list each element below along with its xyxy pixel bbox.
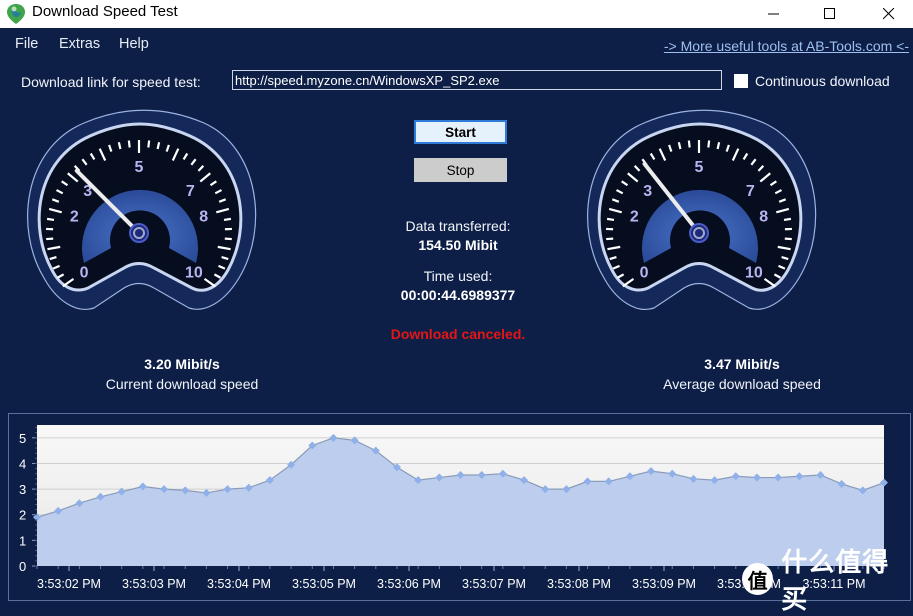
x-tick-label: 3:53:04 PM: [207, 577, 271, 591]
time-used-value: 00:00:44.6989377: [358, 287, 558, 303]
status-message: Download canceled.: [358, 326, 558, 342]
ab-tools-link[interactable]: -> More useful tools at AB-Tools.com <-: [664, 38, 909, 54]
data-transferred-label: Data transferred:: [358, 218, 558, 234]
menu-extras[interactable]: Extras: [59, 36, 100, 52]
gauge-scale-label: 7: [746, 183, 755, 200]
gauge-hub: [690, 224, 708, 242]
current-speed-gauge: 02357810: [14, 108, 264, 318]
average-speed-label: Average download speed: [632, 376, 852, 392]
x-tick-label: 3:53:08 PM: [547, 577, 611, 591]
close-button[interactable]: [866, 0, 912, 28]
y-tick-label: 2: [19, 508, 26, 523]
gauge-scale-label: 2: [70, 209, 79, 226]
minimize-icon: [768, 8, 780, 20]
gauge-tick: [784, 219, 791, 220]
x-tick-label: 3:53:09 PM: [632, 577, 696, 591]
maximize-button[interactable]: [807, 0, 853, 28]
menu-bar: File Extras Help -> More useful tools at…: [0, 30, 913, 58]
gauge-scale-label: 10: [185, 264, 203, 281]
gauge-scale-label: 10: [745, 264, 763, 281]
gauge-scale-label: 5: [135, 159, 144, 176]
x-tick-label: 3:53:02 PM: [37, 577, 101, 591]
title-bar: Download Speed Test: [0, 0, 913, 28]
average-speed-value: 3.47 Mibit/s: [632, 356, 852, 372]
y-tick-label: 0: [19, 559, 26, 574]
stop-button[interactable]: Stop: [414, 158, 507, 182]
gauge-scale-label: 3: [643, 183, 652, 200]
y-tick-label: 4: [19, 456, 26, 471]
gauge-hub: [130, 224, 148, 242]
gauge-tick: [47, 219, 54, 220]
gauge-scale-label: 2: [630, 209, 639, 226]
minimize-button[interactable]: [751, 0, 797, 28]
watermark-badge: 值: [742, 563, 773, 595]
continuous-download-label[interactable]: Continuous download: [755, 73, 890, 89]
start-button[interactable]: Start: [414, 120, 507, 144]
gauge-scale-label: 0: [80, 264, 89, 281]
gauge-scale-label: 8: [759, 209, 768, 226]
current-speed-label: Current download speed: [72, 376, 292, 392]
gauge-scale-label: 7: [186, 183, 195, 200]
gauge-tick: [718, 142, 720, 149]
x-tick-label: 3:53:06 PM: [377, 577, 441, 591]
data-transferred-value: 154.50 Mibit: [358, 237, 558, 253]
menu-help[interactable]: Help: [119, 36, 149, 52]
x-tick-label: 3:53:03 PM: [122, 577, 186, 591]
maximize-icon: [824, 8, 836, 20]
gauge-scale-label: 5: [695, 159, 704, 176]
gauge-tick: [158, 142, 160, 149]
y-tick-label: 5: [19, 431, 26, 446]
gauge-tick: [708, 141, 709, 148]
continuous-download-checkbox[interactable]: [734, 74, 748, 88]
time-used-label: Time used:: [358, 268, 558, 284]
gauge-tick: [148, 141, 149, 148]
gauge-tick: [224, 219, 231, 220]
gauge-tick: [119, 142, 121, 149]
download-link-label: Download link for speed test:: [21, 74, 201, 90]
gauge-tick: [679, 142, 681, 149]
gauge-tick: [129, 141, 130, 148]
gauge-scale-label: 0: [640, 264, 649, 281]
y-tick-label: 3: [19, 482, 26, 497]
download-url-input[interactable]: [232, 70, 722, 90]
menu-file[interactable]: File: [15, 36, 38, 52]
app-globe-icon: [6, 3, 26, 25]
average-speed-gauge: 0 23 5 78 10: [574, 108, 824, 318]
window-title: Download Speed Test: [32, 3, 178, 20]
x-tick-label: 3:53:07 PM: [462, 577, 526, 591]
gauge-tick: [607, 219, 614, 220]
y-tick-label: 1: [19, 533, 26, 548]
gauge-tick: [689, 141, 690, 148]
current-speed-value: 3.20 Mibit/s: [72, 356, 292, 372]
close-icon: [883, 8, 895, 20]
x-tick-label: 3:53:05 PM: [292, 577, 356, 591]
watermark: 值 什么值得买: [742, 561, 913, 597]
gauge-scale-label: 8: [199, 209, 208, 226]
